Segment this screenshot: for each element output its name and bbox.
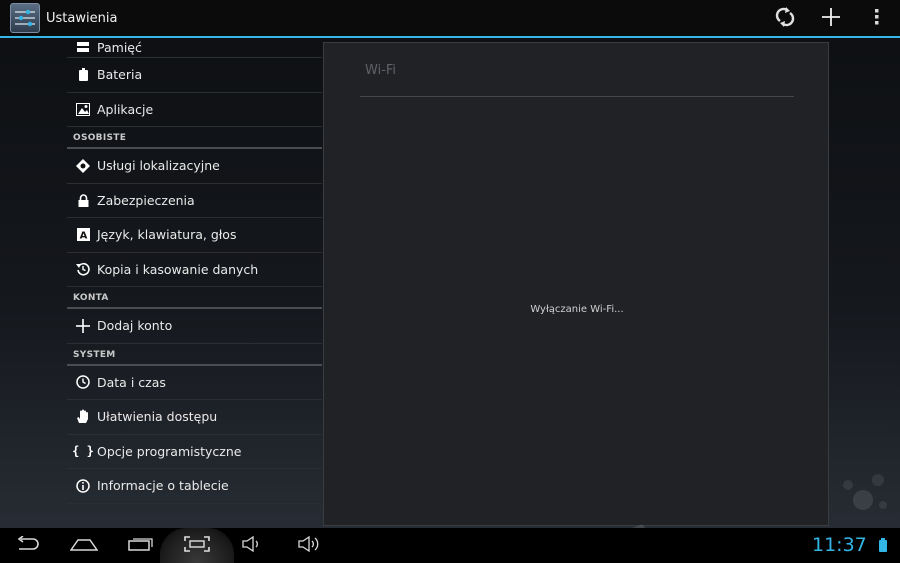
recent-apps-icon — [128, 536, 154, 555]
screenshot-icon — [184, 535, 210, 556]
location-icon — [75, 158, 91, 174]
add-icon — [822, 8, 840, 30]
settings-item-label: Aplikacje — [97, 101, 154, 117]
svg-text:A: A — [79, 231, 87, 242]
hand-icon — [75, 409, 91, 425]
status-clock[interactable]: 11:37 — [812, 534, 867, 556]
section-header-personal: OSOBISTE — [67, 127, 322, 149]
volume-up-button[interactable] — [294, 528, 326, 563]
settings-item-security[interactable]: Zabezpieczenia — [67, 184, 322, 218]
section-header-system: SYSTEM — [67, 344, 322, 366]
settings-item-label: Data i czas — [97, 374, 166, 390]
settings-item-label: Kopia i kasowanie danych — [97, 261, 259, 277]
battery-status-icon[interactable] — [879, 538, 887, 552]
settings-item-label: Dodaj konto — [97, 318, 173, 334]
backup-restore-icon — [75, 261, 91, 277]
action-bar: Ustawienia — [0, 0, 900, 38]
clock-icon — [75, 374, 91, 390]
settings-list: Pamięć Bateria Aplikacje OSOBISTE Usługi… — [67, 38, 322, 508]
app-title: Ustawienia — [46, 10, 118, 26]
settings-item-label: Zabezpieczenia — [97, 192, 195, 208]
sync-icon — [775, 7, 795, 31]
settings-item-label: Język, klawiatura, głos — [97, 227, 237, 243]
settings-item-label: Pamięć — [97, 40, 142, 55]
volume-down-button[interactable] — [238, 528, 266, 563]
home-button[interactable] — [66, 528, 102, 563]
settings-item-developer-options[interactable]: { } Opcje programistyczne — [67, 435, 322, 469]
language-icon: A — [75, 227, 91, 243]
wifi-status-text: Wyłączanie Wi-Fi... — [530, 304, 624, 315]
settings-item-add-account[interactable]: Dodaj konto — [67, 309, 322, 344]
settings-item-label: Usługi lokalizacyjne — [97, 158, 220, 174]
settings-item-about-tablet[interactable]: Informacje o tablecie — [67, 469, 322, 504]
volume-down-icon — [242, 535, 262, 556]
back-icon — [15, 534, 41, 556]
volume-up-icon — [298, 535, 322, 556]
braces-icon: { } — [72, 444, 94, 459]
settings-item-label: Ułatwienia dostępu — [97, 409, 218, 425]
settings-item-apps[interactable]: Aplikacje — [67, 93, 322, 127]
pane-divider — [360, 96, 794, 97]
info-icon — [75, 478, 91, 494]
settings-item-storage[interactable]: Pamięć — [67, 38, 322, 58]
pane-title: Wi-Fi — [365, 63, 397, 78]
settings-item-label: Bateria — [97, 67, 143, 83]
section-header-accounts: KONTA — [67, 287, 322, 309]
settings-item-backup[interactable]: Kopia i kasowanie danych — [67, 253, 322, 287]
screenshot-button[interactable] — [160, 528, 234, 563]
settings-item-accessibility[interactable]: Ułatwienia dostępu — [67, 400, 322, 435]
sync-button[interactable] — [762, 0, 808, 38]
settings-item-location[interactable]: Usługi lokalizacyjne — [67, 149, 322, 184]
settings-app-icon[interactable] — [10, 3, 40, 33]
overflow-menu-button[interactable] — [854, 0, 900, 38]
settings-item-label: Informacje o tablecie — [97, 478, 229, 494]
overflow-icon — [874, 9, 880, 29]
add-button[interactable] — [808, 0, 854, 38]
lock-icon — [75, 192, 91, 208]
settings-item-label: Opcje programistyczne — [97, 443, 242, 459]
apps-icon — [75, 101, 91, 117]
wifi-details-pane: Wi-Fi Wyłączanie Wi-Fi... — [323, 42, 829, 526]
back-button[interactable] — [10, 528, 46, 563]
settings-item-date-time[interactable]: Data i czas — [67, 366, 322, 400]
storage-icon — [75, 39, 91, 55]
settings-item-battery[interactable]: Bateria — [67, 58, 322, 93]
add-account-icon — [75, 318, 91, 334]
recent-apps-button[interactable] — [122, 528, 160, 563]
home-icon — [69, 536, 99, 555]
settings-item-language[interactable]: A Język, klawiatura, głos — [67, 218, 322, 253]
battery-icon — [75, 67, 91, 83]
navigation-bar: 11:37 — [0, 528, 900, 563]
